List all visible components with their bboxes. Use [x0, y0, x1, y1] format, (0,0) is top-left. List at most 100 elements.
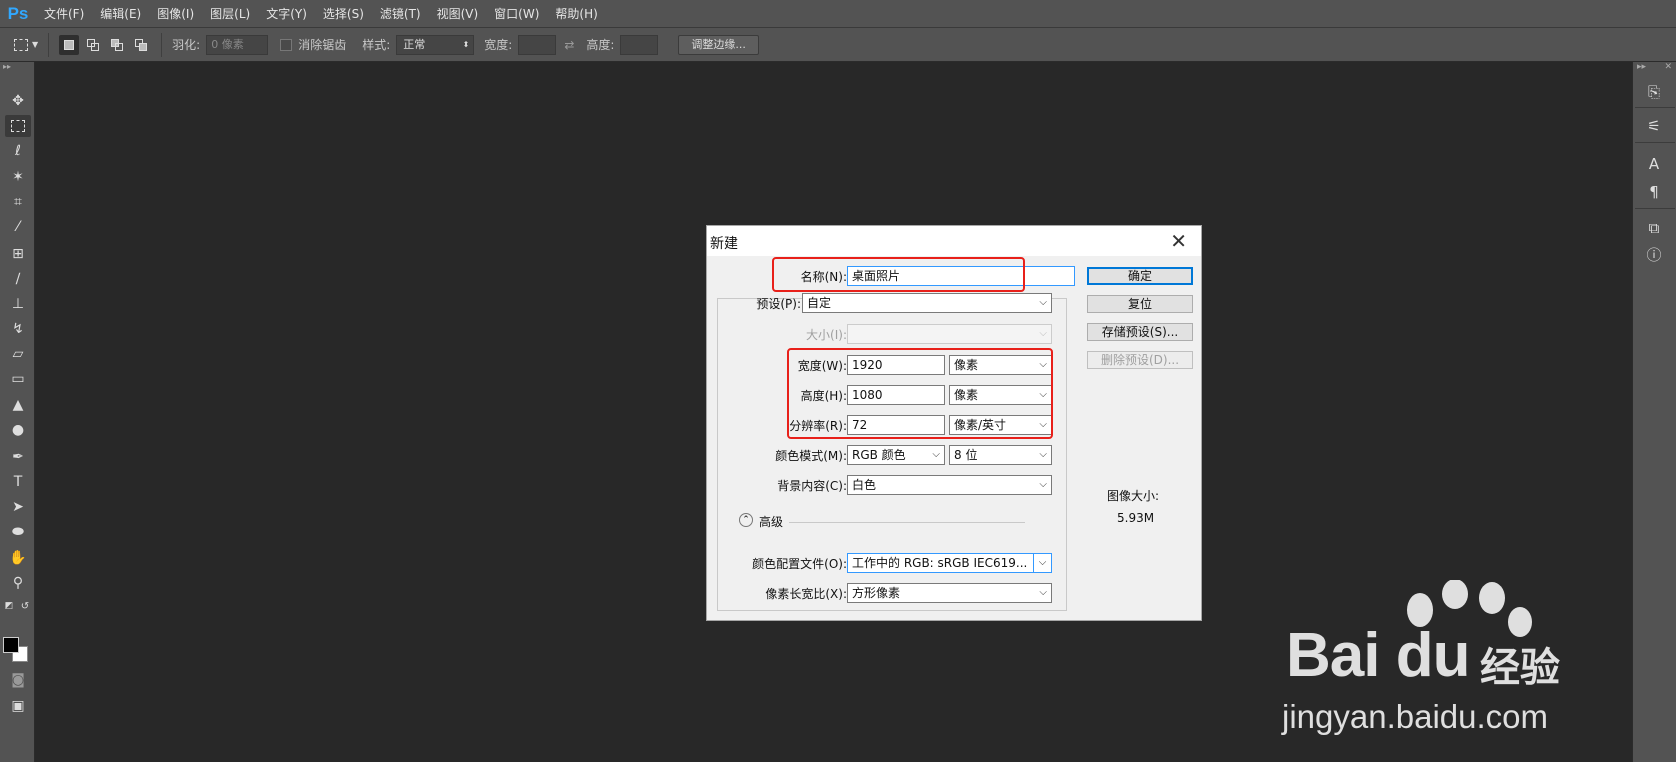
options-bar: ▼ 羽化: 0 像素 消除锯齿 样式: 正常 ⬍ 宽度: ⇄ 高度: 调整边缘..…: [0, 28, 1676, 62]
zoom-tool-icon[interactable]: ⚲: [5, 572, 31, 594]
dodge-tool-icon[interactable]: ●: [5, 419, 31, 441]
antialias-checkbox[interactable]: [280, 38, 293, 51]
swap-colors-icon[interactable]: ↺: [18, 600, 32, 612]
chevron-down-icon: ⌵: [1039, 479, 1047, 490]
swap-icon[interactable]: ⇄: [556, 38, 582, 52]
history-brush-tool-icon[interactable]: ↯: [5, 318, 31, 340]
eraser-tool-icon[interactable]: ▱: [5, 343, 31, 365]
foreground-color-swatch[interactable]: [3, 637, 19, 653]
adjustments-panel-icon[interactable]: ⚟: [1641, 114, 1667, 138]
marquee-tool-icon[interactable]: [5, 115, 31, 137]
menu-window[interactable]: 窗口(W): [486, 0, 547, 28]
color-mode-select[interactable]: RGB 颜色 ⌵: [847, 445, 945, 465]
add-selection-icon: [87, 38, 100, 51]
preset-value: 自定: [807, 296, 832, 310]
crop-tool-icon[interactable]: ⌗: [5, 191, 31, 213]
new-selection-icon: [64, 39, 75, 50]
hand-tool-icon[interactable]: ✋: [5, 547, 31, 569]
tool-preset-picker[interactable]: ▼: [14, 32, 50, 57]
selection-modes: [49, 32, 163, 57]
menu-view[interactable]: 视图(V): [429, 0, 487, 28]
color-profile-select[interactable]: 工作中的 RGB: sRGB IEC619... ⌵: [847, 553, 1052, 573]
new-selection-button[interactable]: [59, 34, 80, 55]
chevron-down-icon: ⌵: [1033, 554, 1051, 572]
brush-tool-icon[interactable]: ∕: [5, 268, 31, 290]
menu-edit[interactable]: 编辑(E): [92, 0, 149, 28]
menu-help[interactable]: 帮助(H): [547, 0, 605, 28]
chevron-down-icon: ⌵: [932, 449, 940, 460]
pixel-aspect-value: 方形像素: [852, 586, 901, 600]
close-icon[interactable]: ✕: [1664, 62, 1672, 74]
save-preset-button[interactable]: 存储预设(S)...: [1087, 323, 1193, 341]
antialias-label: 消除锯齿: [298, 38, 347, 52]
menu-select[interactable]: 选择(S): [315, 0, 372, 28]
background-select[interactable]: 白色 ⌵: [847, 475, 1052, 495]
stepper-icon: ⬍: [462, 39, 470, 49]
blur-tool-icon[interactable]: ▲: [5, 394, 31, 416]
ellipse-tool-icon[interactable]: ⬬: [5, 521, 31, 543]
path-selection-tool-icon[interactable]: ➤: [5, 496, 31, 518]
baidu-watermark: Bai du 经验 jingyan.baidu.com: [1260, 580, 1640, 750]
highlight-name-box: [772, 257, 1025, 292]
ok-button[interactable]: 确定: [1087, 267, 1193, 285]
character-panel-icon[interactable]: A: [1641, 152, 1667, 176]
refine-edge-button[interactable]: 调整边缘...: [678, 34, 759, 55]
style-value: 正常: [403, 37, 426, 51]
menu-filter[interactable]: 滤镜(T): [372, 0, 429, 28]
image-size-value: 5.93M: [1117, 511, 1155, 525]
color-profile-label: 颜色配置文件(O):: [752, 557, 847, 571]
history-panel-icon[interactable]: ⎘: [1641, 80, 1667, 104]
height-input[interactable]: [620, 34, 659, 55]
advanced-toggle-icon[interactable]: ⌃: [739, 513, 753, 527]
subtract-selection-button[interactable]: [107, 35, 127, 55]
size-label: 大小(I):: [806, 328, 847, 342]
image-size-label: 图像大小:: [1107, 489, 1160, 503]
collapse-icon[interactable]: ▸▸: [0, 62, 34, 72]
menu-bar: Ps 文件(F) 编辑(E) 图像(I) 图层(L) 文字(Y) 选择(S) 滤…: [0, 0, 1676, 28]
watermark-product: 经验: [1480, 645, 1560, 691]
pen-tool-icon[interactable]: ✒: [5, 446, 31, 468]
lasso-tool-icon[interactable]: ℓ: [5, 140, 31, 162]
add-selection-button[interactable]: [83, 35, 103, 55]
chevron-down-icon: ⌵: [1039, 449, 1047, 460]
info-panel-icon[interactable]: ⓘ: [1641, 242, 1667, 266]
magic-wand-tool-icon[interactable]: ✶: [5, 166, 31, 188]
paragraph-panel-icon[interactable]: ¶: [1641, 180, 1667, 204]
size-select: ⌵: [847, 324, 1052, 344]
clone-stamp-tool-icon[interactable]: ⊥: [5, 293, 31, 315]
dock-header: ▸▸ ✕: [1633, 62, 1676, 74]
advanced-label: 高级: [759, 515, 784, 529]
reset-button[interactable]: 复位: [1087, 295, 1193, 313]
background-value: 白色: [852, 478, 877, 492]
style-select[interactable]: 正常 ⬍: [396, 34, 475, 55]
watermark-url: jingyan.baidu.com: [1282, 698, 1548, 735]
preset-select[interactable]: 自定 ⌵: [802, 293, 1052, 313]
close-icon[interactable]: ✕: [1170, 229, 1187, 253]
quick-mask-icon[interactable]: ◙: [5, 669, 31, 691]
pixel-aspect-select[interactable]: 方形像素 ⌵: [847, 583, 1052, 603]
bit-depth-select[interactable]: 8 位 ⌵: [949, 445, 1052, 465]
color-mode-value: RGB 颜色: [852, 448, 906, 462]
preset-label: 预设(P):: [756, 297, 801, 311]
menu-file[interactable]: 文件(F): [36, 0, 92, 28]
libraries-panel-icon[interactable]: ⧉: [1641, 216, 1667, 240]
style-label: 样式:: [362, 38, 391, 52]
type-tool-icon[interactable]: T: [5, 471, 31, 493]
expand-icon[interactable]: ▸▸: [1637, 62, 1646, 74]
intersect-selection-button[interactable]: [131, 35, 151, 55]
feather-input[interactable]: 0 像素: [206, 34, 269, 55]
menu-layer[interactable]: 图层(L): [202, 0, 258, 28]
highlight-dimensions-box: [787, 348, 1053, 439]
healing-brush-tool-icon[interactable]: ⊞: [5, 243, 31, 265]
tools-panel: ▸▸ ✥ ℓ ✶ ⌗ ⁄ ⊞ ∕ ⊥ ↯ ▱ ▭ ▲ ● ✒ T ➤ ⬬ ✋ ⚲…: [0, 62, 35, 762]
screen-mode-icon[interactable]: ▣: [5, 695, 31, 717]
width-input[interactable]: [518, 34, 557, 55]
watermark-brand: Bai du: [1286, 621, 1470, 690]
menu-type[interactable]: 文字(Y): [258, 0, 315, 28]
dock-divider: [1635, 107, 1675, 108]
menu-image[interactable]: 图像(I): [149, 0, 202, 28]
default-colors-icon[interactable]: ◩: [2, 600, 16, 612]
move-tool-icon[interactable]: ✥: [5, 90, 31, 112]
gradient-tool-icon[interactable]: ▭: [5, 368, 31, 390]
eyedropper-tool-icon[interactable]: ⁄: [5, 216, 31, 238]
